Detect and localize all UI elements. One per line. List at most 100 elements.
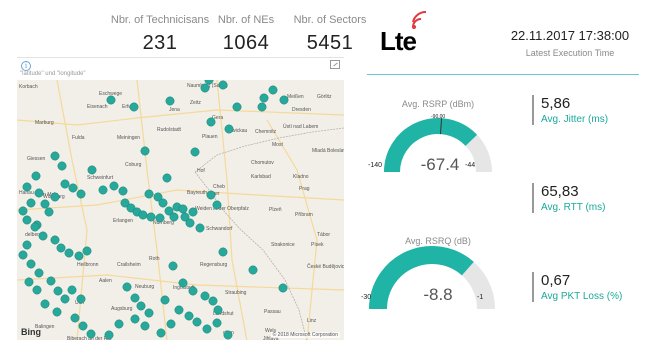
map-point[interactable] xyxy=(174,305,184,315)
map-point[interactable] xyxy=(188,286,198,296)
map-point[interactable] xyxy=(248,265,258,275)
map-point[interactable] xyxy=(104,330,114,340)
map-point[interactable] xyxy=(156,328,166,338)
map-point[interactable] xyxy=(257,102,267,112)
map-point[interactable] xyxy=(202,324,212,334)
map-canvas[interactable]: KorbachEschwegeNaumburg (Saale)ZeitzMeiß… xyxy=(17,80,344,340)
map-point[interactable] xyxy=(162,173,172,183)
map-point[interactable] xyxy=(86,329,96,339)
map-point[interactable] xyxy=(40,199,50,209)
map-point[interactable] xyxy=(18,206,28,216)
map-point[interactable] xyxy=(190,147,200,157)
map-point[interactable] xyxy=(168,261,178,271)
info-icon[interactable]: i xyxy=(21,61,31,71)
map-point[interactable] xyxy=(212,318,222,328)
map-point[interactable] xyxy=(22,240,32,250)
map-point[interactable] xyxy=(206,190,216,200)
map-point[interactable] xyxy=(169,212,179,222)
map-point[interactable] xyxy=(184,311,194,321)
map-point[interactable] xyxy=(24,277,34,287)
map-point[interactable] xyxy=(178,204,188,214)
map-point[interactable] xyxy=(208,296,218,306)
map-point[interactable] xyxy=(188,207,198,217)
expand-icon[interactable] xyxy=(330,60,340,69)
map-point[interactable] xyxy=(218,80,228,90)
map-point[interactable] xyxy=(268,85,278,95)
map-point[interactable] xyxy=(166,319,176,329)
map-point[interactable] xyxy=(74,251,84,261)
map-point[interactable] xyxy=(106,95,116,105)
map-point[interactable] xyxy=(118,186,128,196)
map-point[interactable] xyxy=(136,301,146,311)
map-point[interactable] xyxy=(144,189,154,199)
map-point[interactable] xyxy=(158,198,168,208)
map-point[interactable] xyxy=(26,259,36,269)
map-point[interactable] xyxy=(34,188,44,198)
map-point[interactable] xyxy=(76,294,86,304)
map-svg[interactable]: KorbachEschwegeNaumburg (Saale)ZeitzMeiß… xyxy=(17,80,344,340)
map-point[interactable] xyxy=(160,295,170,305)
map-point[interactable] xyxy=(178,278,188,288)
map-point[interactable] xyxy=(46,276,56,286)
map-point[interactable] xyxy=(18,250,28,260)
map-point[interactable] xyxy=(146,212,156,222)
map-point[interactable] xyxy=(200,291,210,301)
map-point[interactable] xyxy=(165,96,175,106)
map-point[interactable] xyxy=(38,231,48,241)
map-point[interactable] xyxy=(53,286,63,296)
map-point[interactable] xyxy=(40,299,50,309)
map-point[interactable] xyxy=(60,179,70,189)
map-city-label: Roth xyxy=(149,256,160,262)
map-point[interactable] xyxy=(212,200,222,210)
map-point[interactable] xyxy=(70,313,80,323)
map-point[interactable] xyxy=(155,213,165,223)
map-point[interactable] xyxy=(22,182,32,192)
map-panel[interactable]: i "latitude" und "longitude" Korbach Esch… xyxy=(17,57,344,340)
map-point[interactable] xyxy=(130,293,140,303)
map-point[interactable] xyxy=(122,282,132,292)
map-point[interactable] xyxy=(114,319,124,329)
map-point[interactable] xyxy=(223,330,233,340)
map-point[interactable] xyxy=(34,268,44,278)
map-point[interactable] xyxy=(206,117,216,127)
map-point[interactable] xyxy=(98,185,108,195)
map-point[interactable] xyxy=(64,248,74,258)
map-point[interactable] xyxy=(44,207,54,217)
map-point[interactable] xyxy=(67,285,77,295)
map-point[interactable] xyxy=(56,243,66,253)
map-point[interactable] xyxy=(218,247,228,257)
map-point[interactable] xyxy=(32,285,42,295)
map-point[interactable] xyxy=(22,215,32,225)
map-point[interactable] xyxy=(224,124,234,134)
map-point[interactable] xyxy=(129,102,139,112)
map-point[interactable] xyxy=(213,305,223,315)
map-point[interactable] xyxy=(185,218,195,228)
map-point[interactable] xyxy=(50,235,60,245)
map-point[interactable] xyxy=(50,192,60,202)
map-point[interactable] xyxy=(78,321,88,331)
map-point[interactable] xyxy=(232,102,242,112)
map-point[interactable] xyxy=(138,210,148,220)
map-point[interactable] xyxy=(140,146,150,156)
map-point[interactable] xyxy=(109,181,119,191)
map-point[interactable] xyxy=(50,151,60,161)
map-point[interactable] xyxy=(31,171,41,181)
map-point[interactable] xyxy=(26,198,36,208)
map-point[interactable] xyxy=(30,222,40,232)
map-point[interactable] xyxy=(278,283,288,293)
map-point[interactable] xyxy=(130,314,140,324)
map-point[interactable] xyxy=(200,83,210,93)
map-point[interactable] xyxy=(68,183,78,193)
map-point[interactable] xyxy=(60,294,70,304)
map-point[interactable] xyxy=(87,165,97,175)
map-point[interactable] xyxy=(140,321,150,331)
map-point[interactable] xyxy=(57,161,67,171)
map-point[interactable] xyxy=(259,93,269,103)
map-point[interactable] xyxy=(279,95,289,105)
map-point[interactable] xyxy=(76,189,86,199)
map-point[interactable] xyxy=(52,307,62,317)
map-point[interactable] xyxy=(144,308,154,318)
map-point[interactable] xyxy=(195,223,205,233)
map-point[interactable] xyxy=(82,246,92,256)
map-point[interactable] xyxy=(192,317,202,327)
